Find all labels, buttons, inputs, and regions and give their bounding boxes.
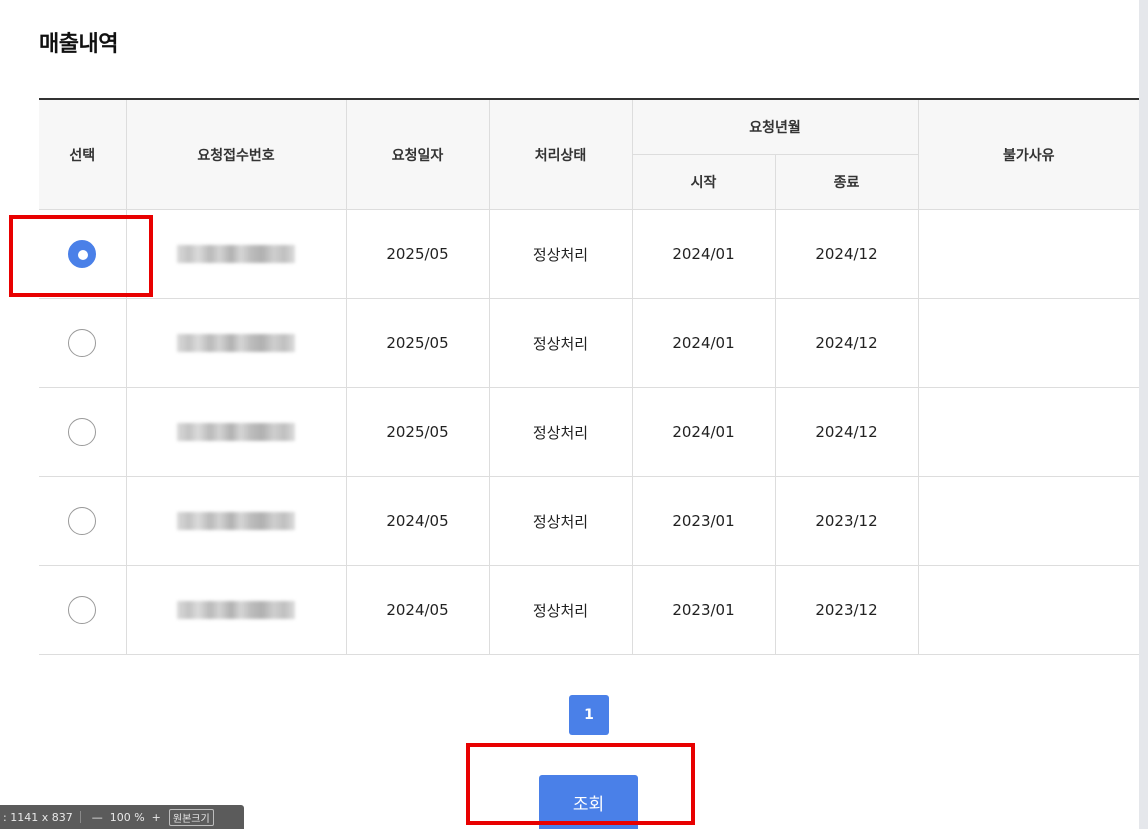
request-date-cell: 2024/05	[345, 476, 490, 566]
status-cell: 정상처리	[488, 298, 633, 388]
row-radio-button[interactable]	[68, 418, 97, 446]
request-number-cell	[125, 476, 347, 566]
header-period-start: 시작	[632, 154, 776, 210]
table-row: 2025/05 정상처리 2024/01 2024/12	[39, 387, 1139, 477]
select-cell	[39, 209, 127, 299]
period-end-cell: 2024/12	[774, 387, 919, 477]
row-radio-button[interactable]	[68, 507, 97, 535]
period-start-cell: 2023/01	[631, 476, 776, 566]
table-row: 2025/05 정상처리 2024/01 2024/12	[39, 209, 1139, 299]
request-date-cell: 2025/05	[345, 209, 490, 299]
period-end-cell: 2023/12	[774, 476, 919, 566]
original-size-button[interactable]: 원본크기	[168, 808, 214, 826]
status-cell: 정상처리	[488, 209, 633, 299]
period-end-cell: 2024/12	[774, 298, 919, 388]
row-radio-button[interactable]	[68, 596, 97, 624]
select-cell	[39, 476, 127, 566]
scrollbar-track[interactable]	[1139, 0, 1148, 829]
period-end-cell: 2023/12	[774, 565, 919, 655]
header-request-date: 요청일자	[345, 98, 490, 210]
zoom-out-button[interactable]: —	[88, 811, 107, 824]
request-date-cell: 2024/05	[345, 565, 490, 655]
table-row: 2025/05 정상처리 2024/01 2024/12	[39, 298, 1139, 388]
table-row: 2024/05 정상처리 2023/01 2023/12	[39, 476, 1139, 566]
reject-reason-cell	[917, 565, 1139, 655]
request-date-cell: 2025/05	[345, 298, 490, 388]
header-period-end: 종료	[774, 154, 918, 210]
status-cell: 정상처리	[488, 387, 633, 477]
header-request-period: 요청년월	[631, 98, 919, 155]
table-row: 2024/05 정상처리 2023/01 2023/12	[39, 565, 1139, 655]
redacted-request-number	[177, 601, 295, 620]
image-viewer-toolbar: : 1141 x 837 — 100 % + 원본크기	[0, 805, 244, 829]
redacted-request-number	[177, 512, 295, 531]
search-button[interactable]: 조회	[539, 775, 638, 829]
header-reject-reason: 불가사유	[917, 98, 1139, 210]
sales-history-table: 선택 요청접수번호 요청일자 처리상태 요청년월 불가사유 시작 종료 2025…	[39, 98, 1139, 655]
status-cell: 정상처리	[488, 565, 633, 655]
period-start-cell: 2024/01	[631, 298, 776, 388]
reject-reason-cell	[917, 298, 1139, 388]
select-cell	[39, 387, 127, 477]
redacted-request-number	[177, 423, 295, 442]
header-request-number: 요청접수번호	[125, 98, 347, 210]
toolbar-divider	[79, 811, 81, 823]
zoom-in-button[interactable]: +	[148, 811, 165, 824]
page-title: 매출내역	[39, 32, 118, 57]
period-start-cell: 2023/01	[631, 565, 776, 655]
period-end-cell: 2024/12	[774, 209, 919, 299]
header-select: 선택	[39, 98, 127, 210]
zoom-level-text: 100 %	[109, 810, 145, 824]
select-cell	[39, 298, 127, 388]
reject-reason-cell	[917, 476, 1139, 566]
row-radio-button[interactable]	[68, 329, 97, 357]
period-start-cell: 2024/01	[631, 209, 776, 299]
request-number-cell	[125, 209, 347, 299]
redacted-request-number	[177, 334, 295, 353]
request-number-cell	[125, 298, 347, 388]
request-date-cell: 2025/05	[345, 387, 490, 477]
period-start-cell: 2024/01	[631, 387, 776, 477]
reject-reason-cell	[917, 387, 1139, 477]
pagination: 1	[569, 695, 609, 735]
reject-reason-cell	[917, 209, 1139, 299]
header-status: 처리상태	[488, 98, 633, 210]
row-radio-button[interactable]	[68, 240, 97, 268]
status-cell: 정상처리	[488, 476, 633, 566]
select-cell	[39, 565, 127, 655]
image-size-text: : 1141 x 837	[3, 810, 73, 824]
request-number-cell	[125, 387, 347, 477]
request-number-cell	[125, 565, 347, 655]
redacted-request-number	[177, 245, 295, 264]
page-button-1[interactable]: 1	[569, 695, 609, 735]
